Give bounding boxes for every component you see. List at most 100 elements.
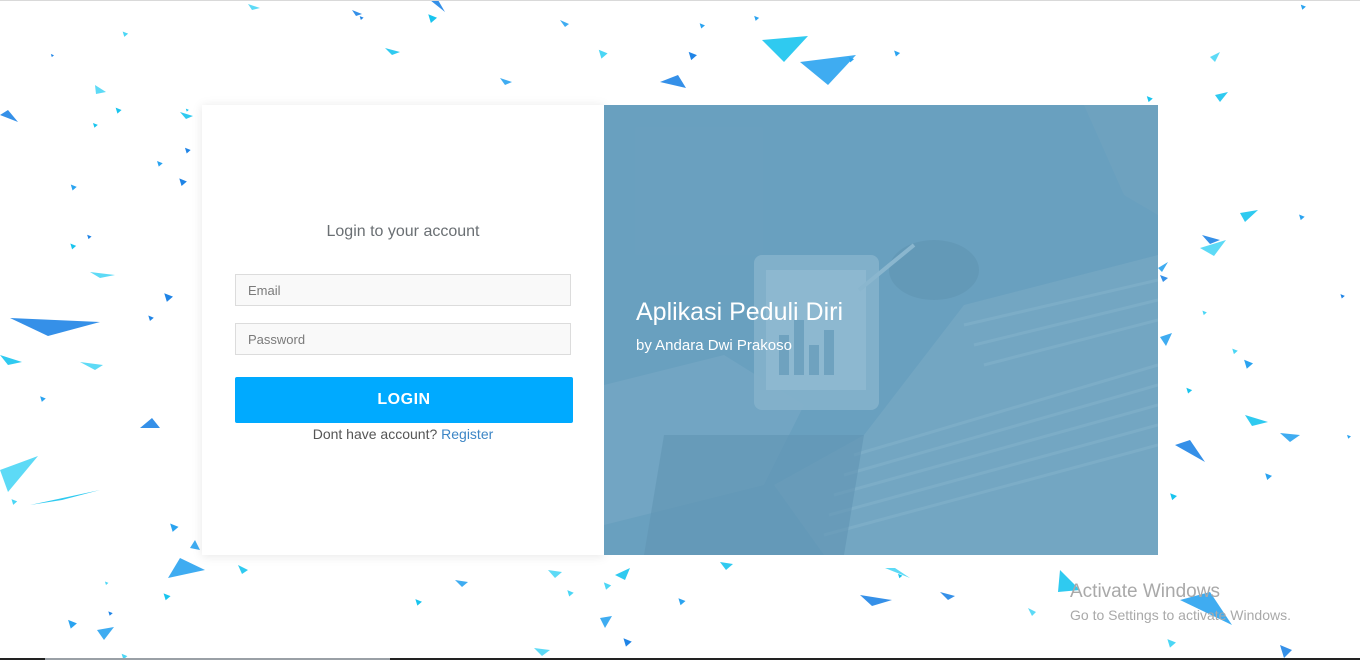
confetti-shard bbox=[940, 592, 955, 600]
confetti-shard bbox=[1280, 645, 1292, 658]
confetti-speck bbox=[623, 638, 632, 647]
confetti-shard bbox=[238, 565, 248, 574]
confetti-speck bbox=[122, 31, 129, 37]
email-input[interactable] bbox=[235, 274, 571, 306]
hero-subtitle: by Andara Dwi Prakoso bbox=[636, 337, 792, 354]
confetti-shard bbox=[140, 418, 160, 428]
confetti-speck bbox=[894, 50, 901, 57]
confetti-shard bbox=[720, 562, 733, 570]
confetti-speck bbox=[1167, 639, 1176, 648]
confetti-speck bbox=[70, 243, 77, 250]
confetti-speck bbox=[1232, 348, 1238, 355]
register-prompt: Dont have account? bbox=[312, 426, 438, 442]
confetti-shard bbox=[1240, 210, 1258, 222]
confetti-shard bbox=[660, 75, 686, 88]
confetti-shard bbox=[190, 540, 200, 550]
confetti-speck bbox=[92, 122, 98, 128]
confetti-shard bbox=[180, 112, 193, 119]
confetti-speck bbox=[163, 593, 171, 601]
confetti-shard bbox=[0, 110, 18, 122]
password-input[interactable] bbox=[235, 323, 571, 355]
confetti-speck bbox=[1146, 96, 1153, 103]
confetti-shard bbox=[1160, 333, 1172, 346]
confetti-speck bbox=[68, 619, 77, 629]
confetti-speck bbox=[40, 396, 46, 402]
register-line: Dont have account? Register bbox=[202, 426, 604, 442]
confetti-shard bbox=[1280, 433, 1300, 442]
confetti-speck bbox=[603, 582, 612, 590]
confetti-shard bbox=[500, 78, 512, 85]
confetti-speck bbox=[50, 53, 54, 58]
confetti-speck bbox=[1244, 359, 1254, 369]
confetti-speck bbox=[1300, 4, 1306, 10]
confetti-speck bbox=[1299, 214, 1305, 221]
confetti-shard bbox=[800, 55, 856, 85]
confetti-shard bbox=[1160, 275, 1168, 282]
confetti-shard bbox=[1175, 440, 1205, 462]
confetti-shard bbox=[1215, 92, 1228, 102]
confetti-shard bbox=[1245, 415, 1268, 426]
register-link[interactable]: Register bbox=[441, 426, 493, 442]
confetti-shard bbox=[600, 616, 612, 628]
confetti-shard bbox=[168, 558, 205, 578]
confetti-shard bbox=[248, 4, 260, 10]
confetti-speck bbox=[428, 14, 438, 24]
confetti-shard bbox=[885, 568, 910, 578]
login-title: Login to your account bbox=[326, 223, 480, 240]
confetti-shard bbox=[548, 570, 562, 578]
hero-title: Aplikasi Peduli Diri bbox=[636, 298, 844, 326]
confetti-speck bbox=[148, 315, 154, 321]
confetti-shard bbox=[762, 36, 808, 62]
confetti-speck bbox=[11, 499, 18, 505]
confetti-speck bbox=[699, 23, 705, 29]
confetti-speck bbox=[179, 178, 187, 187]
confetti-speck bbox=[184, 147, 191, 154]
confetti-speck bbox=[104, 581, 109, 586]
confetti-shard bbox=[1202, 235, 1220, 244]
confetti-speck bbox=[70, 184, 77, 191]
top-border bbox=[0, 0, 1360, 1]
confetti-speck bbox=[598, 49, 608, 59]
confetti-speck bbox=[567, 590, 574, 597]
confetti-speck bbox=[185, 108, 189, 112]
confetti-shard bbox=[30, 490, 100, 505]
confetti-shard bbox=[430, 0, 445, 12]
login-button[interactable]: LOGIN bbox=[235, 377, 573, 423]
confetti-speck bbox=[415, 599, 422, 606]
confetti-shard bbox=[1058, 570, 1080, 592]
confetti-speck bbox=[1186, 387, 1193, 394]
confetti-speck bbox=[678, 598, 686, 606]
confetti-shard bbox=[97, 627, 114, 640]
confetti-speck bbox=[1202, 310, 1207, 316]
confetti-shard bbox=[1180, 592, 1232, 625]
confetti-shard bbox=[385, 48, 400, 55]
confetti-speck bbox=[688, 51, 697, 61]
confetti-shard bbox=[352, 10, 362, 16]
confetti-speck bbox=[359, 16, 364, 21]
login-card: Login to your account LOGIN Dont have ac… bbox=[202, 105, 604, 555]
confetti-shard bbox=[1158, 262, 1168, 272]
confetti-shard bbox=[860, 595, 892, 606]
confetti-speck bbox=[115, 107, 122, 114]
confetti-shard bbox=[80, 362, 103, 370]
confetti-speck bbox=[1347, 434, 1351, 439]
confetti-speck bbox=[108, 611, 113, 616]
confetti-shard bbox=[1028, 608, 1036, 616]
confetti-shard bbox=[560, 20, 569, 27]
confetti-shard bbox=[0, 456, 38, 492]
confetti-speck bbox=[1170, 493, 1177, 501]
confetti-shard bbox=[10, 318, 100, 336]
confetti-shard bbox=[534, 648, 550, 656]
confetti-speck bbox=[170, 523, 179, 532]
confetti-speck bbox=[754, 15, 760, 21]
confetti-speck bbox=[157, 161, 163, 167]
confetti-shard bbox=[90, 272, 115, 278]
hero-panel: Aplikasi Peduli Diri by Andara Dwi Prako… bbox=[604, 105, 1158, 555]
confetti-speck bbox=[1265, 473, 1273, 481]
confetti-shard bbox=[1210, 52, 1220, 62]
confetti-shard bbox=[0, 355, 22, 365]
confetti-speck bbox=[164, 293, 173, 302]
confetti-shard bbox=[95, 85, 106, 94]
confetti-shard bbox=[615, 568, 630, 580]
confetti-speck bbox=[87, 234, 92, 240]
